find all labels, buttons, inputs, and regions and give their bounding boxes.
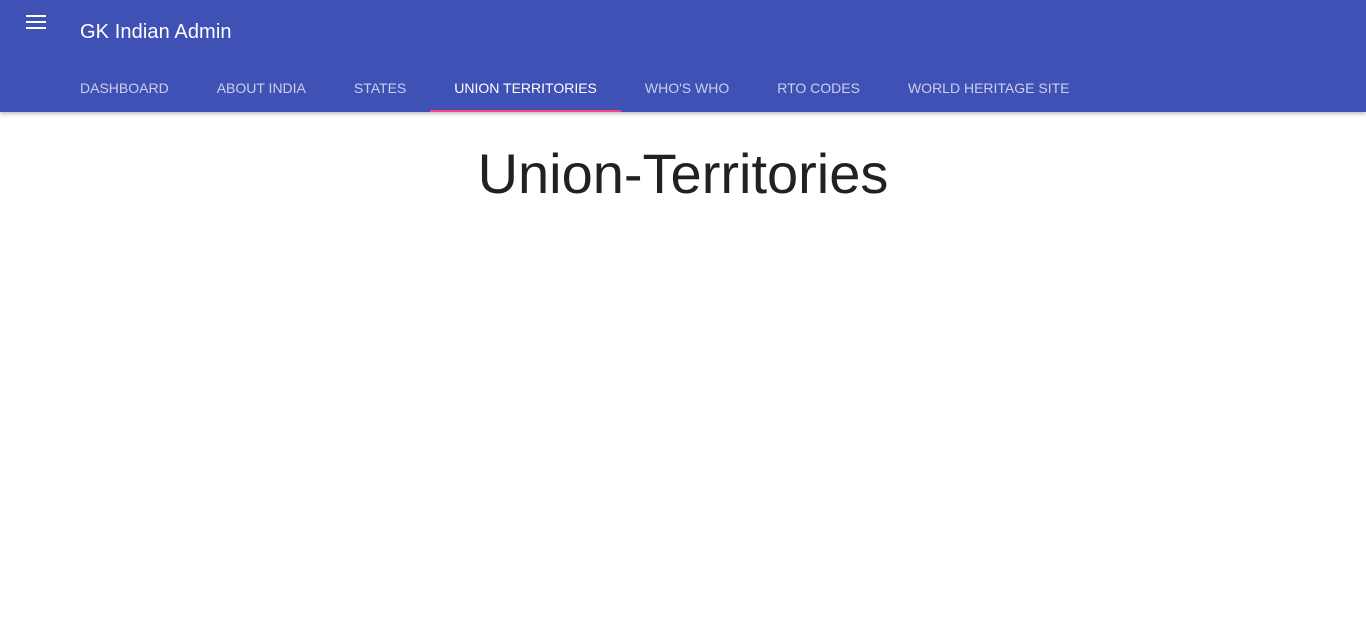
page-title: Union-Territories: [477, 142, 889, 205]
tab-union-territories[interactable]: UNION TERRITORIES: [430, 64, 621, 112]
tab-about-india[interactable]: ABOUT INDIA: [193, 64, 330, 112]
tab-rto-codes[interactable]: RTO CODES: [753, 64, 884, 112]
tab-states[interactable]: STATES: [330, 64, 430, 112]
tab-bar: DASHBOARD ABOUT INDIA STATES UNION TERRI…: [56, 64, 1094, 112]
app-title: GK Indian Admin: [80, 21, 232, 43]
hamburger-menu-button[interactable]: [18, 4, 54, 40]
tab-world-heritage-site[interactable]: WORLD HERITAGE SITE: [884, 64, 1094, 112]
app-bar: GK Indian Admin DASHBOARD ABOUT INDIA ST…: [0, 0, 1366, 112]
tab-whos-who[interactable]: WHO'S WHO: [621, 64, 753, 112]
hamburger-menu-icon: [26, 15, 46, 29]
tab-dashboard[interactable]: DASHBOARD: [56, 64, 193, 112]
